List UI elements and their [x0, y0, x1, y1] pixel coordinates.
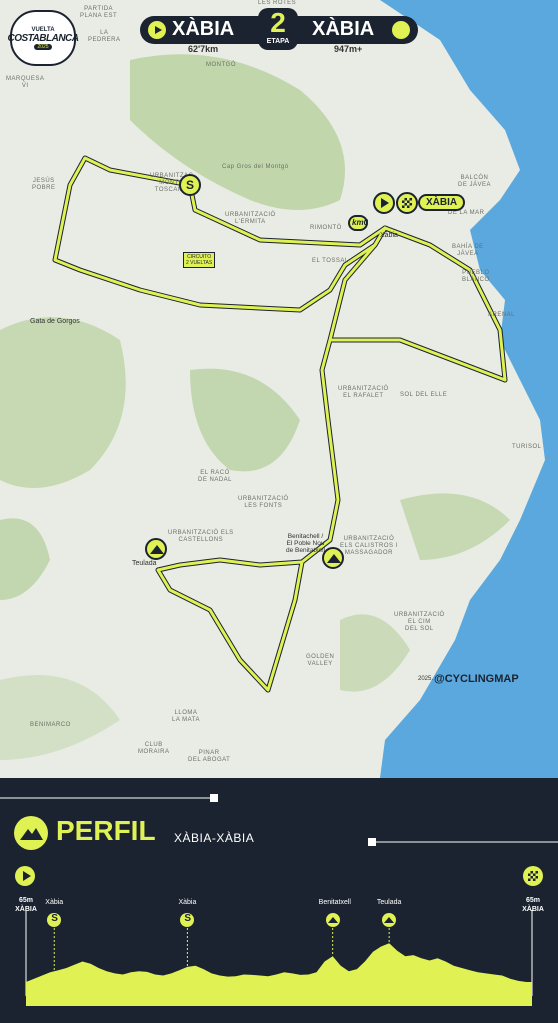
finish-town-label: XÀBIA [418, 194, 466, 211]
map-label-cap: Cap Gros del Montgó [222, 164, 289, 170]
map-label-mar: DE LA MAR [448, 210, 485, 216]
start-marker[interactable] [373, 192, 395, 214]
map-label-ermita: URBANITZACIÓ L'ERMITA [225, 212, 276, 225]
stage-number: 2 [270, 7, 286, 38]
map-year: 2025. [418, 676, 434, 682]
km-tick-label: 60 [506, 1011, 512, 1017]
map-label-fonts: URBANITZACIÓ LES FONTS [238, 496, 289, 509]
map-label-pueblo: PUEBLO BLANCO [462, 270, 490, 283]
map-label-moraira: CLUB MORAIRA [138, 742, 170, 755]
map-label-jesus: JESÚS POBRE [32, 178, 56, 191]
logo-line3: 2025 [34, 43, 52, 50]
finish-town: XÀBIA [312, 18, 375, 40]
sea-area [380, 0, 558, 778]
map-label-racode: EL RACÓ DE NADAL [198, 470, 233, 483]
sprint-marker[interactable]: S [179, 174, 201, 196]
map-label-lloma: LLOMA LA MATA [172, 710, 200, 723]
stage-badge: 2 ETAPA [258, 7, 298, 50]
route-map[interactable]: PARTIDA PLANA EST LA PEDRERA LES ROTES M… [0, 0, 558, 778]
map-label-pinar: PINAR DEL ABOGAT [188, 750, 231, 763]
map-label-calistros: URBANITZACIÓ ELS CALISTROS I MASSAGADOR [340, 536, 398, 556]
km0-marker[interactable]: km0 [348, 215, 368, 231]
map-label-pedrera: LA PEDRERA [88, 30, 121, 43]
elevation-baseline [26, 996, 532, 1006]
map-label-cimsol: URBANITZACIÓ EL CIM DEL SOL [394, 612, 445, 632]
map-label-castellons: URBANITZACIÓ ELS CASTELLONS [168, 530, 234, 543]
stage-distance: 62'7km [188, 44, 219, 54]
start-town: XÀBIA [172, 18, 235, 40]
map-label-turisol: TURISOL [512, 444, 542, 450]
finish-flag-icon [392, 21, 410, 39]
kom-marker-teulada[interactable] [145, 538, 167, 560]
elevation-area [26, 943, 532, 996]
logo-line2: COSTABLANCA [7, 32, 79, 44]
green-area [0, 675, 120, 760]
map-label-arenal: ARENAL [488, 312, 516, 318]
map-label-tossal: EL TOSSAL [312, 258, 349, 264]
brand-label: @CYCLINGMAP [434, 673, 519, 685]
race-logo: VUELTA COSTABLANCA 2025 [7, 10, 79, 66]
map-label-xabia-small: Xàbia [380, 232, 398, 239]
map-label-teulada: Teulada [132, 560, 157, 567]
map-label-montgo: MONTGÓ [206, 62, 236, 68]
kom-marker-benitachell[interactable] [322, 547, 344, 569]
km-tick-label: 30 [264, 1011, 270, 1017]
stage-word: ETAPA [266, 38, 290, 45]
km-tick-label: 10 [102, 1011, 109, 1017]
stage-elevation: 947m+ [334, 44, 363, 54]
map-label-bahia: BAHÍA DE JÁVEA [452, 244, 484, 257]
km-tick-label: 20 [183, 1011, 189, 1017]
km-tick-label: 50 [425, 1011, 432, 1017]
map-label-rafalet: URBANITZACIÓ EL RAFALET [338, 386, 389, 399]
green-area [190, 368, 300, 472]
map-label-gata: Gata de Gorgos [30, 318, 80, 325]
map-label-benitachell: Benitachell / El Poble Nou de Benitatxel… [286, 533, 326, 554]
km-tick-label: 40 [344, 1011, 351, 1017]
circuit-label: CIRCUITO 2 VUELTAS [183, 252, 216, 268]
finish-marker[interactable] [396, 192, 418, 214]
elevation-chart [25, 910, 533, 1006]
map-label-benimarco: BENIMARCO [30, 722, 71, 728]
map-label-rimonto: RIMONTÓ [310, 225, 342, 231]
green-area [0, 518, 50, 600]
green-area [0, 317, 126, 488]
map-label-balcon: BALCÓN DE JÁVEA [458, 175, 492, 188]
map-label-marquesa: MARQUESA VI [6, 76, 45, 89]
map-label-golden: GOLDEN VALLEY [306, 654, 335, 667]
map-label-solelle: SOL DEL ELLE [400, 392, 448, 398]
map-label-partida: PARTIDA PLANA EST [80, 6, 118, 19]
profile-panel: PERFIL XÀBIA-XÀBIA 65m XÀBIA 65m XÀBIA Xàb… [0, 778, 558, 1023]
start-icon [148, 21, 166, 39]
green-area [400, 493, 510, 560]
map-label-rotes: LES ROTES [258, 0, 297, 6]
map-base [0, 0, 558, 778]
